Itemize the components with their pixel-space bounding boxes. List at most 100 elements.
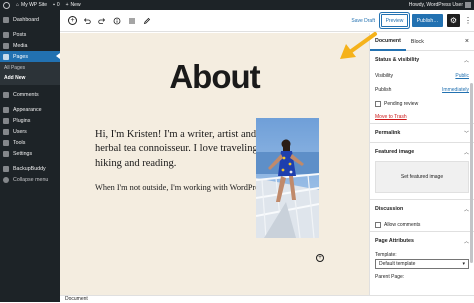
panel-toggle-page-attributes[interactable]: Page Attributes ︿ <box>375 232 469 250</box>
home-icon: ⌂ <box>16 2 20 8</box>
chevron-down-icon: ▾ <box>462 261 465 267</box>
vertical-ellipsis-icon: ⋮ <box>464 15 472 25</box>
settings-toggle-button[interactable]: ⚙ <box>447 14 460 27</box>
checkbox-label: Allow comments <box>384 221 421 228</box>
visibility-toggle[interactable]: Public <box>455 73 469 79</box>
redo-button[interactable] <box>97 16 107 26</box>
menu-item-media[interactable]: Media <box>0 40 60 51</box>
paragraph-block[interactable]: Hi, I'm Kristen! I'm a writer, artist an… <box>95 128 275 171</box>
preview-button[interactable]: Preview <box>381 14 408 27</box>
menu-item-users[interactable]: Users <box>0 126 60 137</box>
template-select[interactable]: Default template ▾ <box>375 259 469 269</box>
new-label: New <box>70 2 81 8</box>
more-options-button[interactable]: ⋮ <box>464 15 472 25</box>
menu-item-label: Plugins <box>13 117 31 124</box>
set-featured-image-button[interactable]: Set featured image <box>375 161 469 193</box>
site-name: My WP Site <box>21 2 48 8</box>
account-menu[interactable]: Howdy, WordPress User <box>406 0 474 10</box>
panel-title: Permalink <box>375 130 401 136</box>
checkbox-box[interactable] <box>375 221 381 228</box>
comment-bubble-icon: ▪ <box>53 2 55 8</box>
panel-toggle-discussion[interactable]: Discussion ︿ <box>375 200 469 218</box>
chevron-up-icon: ︿ <box>463 149 469 156</box>
checkbox-box[interactable] <box>375 100 381 107</box>
editor-canvas: About Hi, I'm Kristen! I'm a writer, art… <box>60 33 369 295</box>
undo-icon <box>83 17 91 24</box>
panel-title: Discussion <box>375 206 404 212</box>
close-icon[interactable]: × <box>465 38 469 45</box>
chevron-up-icon: ︿ <box>463 238 469 245</box>
comments-link[interactable]: ▪ 0 <box>50 0 63 10</box>
menu-item-label: BackupBuddy <box>13 165 46 172</box>
menu-item-backupbuddy[interactable]: BackupBuddy <box>0 163 60 174</box>
settings-sidebar: Document Block × Status & visibility ︿ V… <box>369 33 474 295</box>
publish-button[interactable]: Publish… <box>412 14 443 27</box>
chevron-up-icon: ︿ <box>463 57 469 64</box>
paragraph-block[interactable]: When I'm not outside, I'm working with W… <box>95 182 275 194</box>
block-breadcrumb: Document <box>60 295 474 302</box>
add-block-inline-button[interactable]: + <box>316 254 324 262</box>
add-block-button[interactable]: + <box>68 16 77 25</box>
pending-review-checkbox[interactable]: Pending review <box>375 97 469 110</box>
sidebar-tabs: Document Block × <box>370 33 474 51</box>
menu-item-label: Appearance <box>13 106 42 113</box>
menu-item-label: Media <box>13 42 28 49</box>
move-to-trash-link[interactable]: Move to Trash <box>375 110 469 123</box>
panel-toggle-featured-image[interactable]: Featured image ︿ <box>375 143 469 161</box>
status-visibility-panel: Status & visibility ︿ Visibility Public … <box>370 51 474 124</box>
admin-menu: Dashboard Posts Media Pages All Pages Ad… <box>0 10 60 302</box>
submenu-add-new[interactable]: Add New <box>0 73 60 83</box>
image-block[interactable] <box>256 118 319 238</box>
collapse-icon <box>3 176 9 183</box>
panel-toggle-status[interactable]: Status & visibility ︿ <box>375 51 469 69</box>
menu-item-tools[interactable]: Tools <box>0 137 60 148</box>
pin-icon <box>3 31 9 38</box>
undo-button[interactable] <box>82 16 92 26</box>
menu-item-label: Comments <box>13 91 39 98</box>
menu-item-pages[interactable]: Pages <box>0 51 60 62</box>
plus-icon: + <box>65 2 69 8</box>
menu-item-plugins[interactable]: Plugins <box>0 115 60 126</box>
chevron-up-icon: ︿ <box>463 206 469 213</box>
wordpress-logo-button[interactable] <box>0 0 13 10</box>
collapse-menu-button[interactable]: Collapse menu <box>0 174 60 185</box>
featured-image-panel: Featured image ︿ Set featured image <box>370 143 474 200</box>
plug-icon <box>3 117 9 124</box>
tab-block[interactable]: Block <box>406 33 429 51</box>
admin-bar: ⌂ My WP Site ▪ 0 + New Howdy, WordPress … <box>0 0 474 10</box>
checkbox-label: Pending review <box>384 100 419 107</box>
panel-toggle-permalink[interactable]: Permalink ﹀ <box>375 124 469 142</box>
menu-item-settings[interactable]: Settings <box>0 148 60 159</box>
new-content-link[interactable]: + New <box>63 0 84 10</box>
wordpress-icon <box>3 1 10 9</box>
submenu-all-pages[interactable]: All Pages <box>0 63 60 73</box>
menu-item-appearance[interactable]: Appearance <box>0 104 60 115</box>
menu-item-label: Pages <box>13 53 29 60</box>
allow-comments-checkbox[interactable]: Allow comments <box>375 218 469 231</box>
photo-woman-on-boat <box>256 118 319 238</box>
menu-item-label: Posts <box>13 31 27 38</box>
content-info-button[interactable] <box>112 16 122 26</box>
template-label: Template: <box>375 251 397 258</box>
redo-icon <box>98 17 106 24</box>
block-navigation-button[interactable] <box>127 16 137 26</box>
tools-button[interactable] <box>142 16 152 26</box>
menu-item-dashboard[interactable]: Dashboard <box>0 14 60 25</box>
menu-item-posts[interactable]: Posts <box>0 29 60 40</box>
publish-date-toggle[interactable]: Immediately <box>442 87 469 93</box>
wrench-icon <box>3 139 9 146</box>
sidebar-scrollbar[interactable] <box>470 83 473 263</box>
page-title[interactable]: About <box>60 58 369 96</box>
site-name-link[interactable]: ⌂ My WP Site <box>13 0 50 10</box>
breadcrumb-document[interactable]: Document <box>65 296 88 302</box>
discussion-panel: Discussion ︿ Allow comments <box>370 200 474 232</box>
save-draft-button[interactable]: Save Draft <box>351 18 375 24</box>
user-icon <box>3 128 9 135</box>
template-selected-value: Default template <box>379 261 416 267</box>
menu-item-label: Tools <box>13 139 26 146</box>
list-icon <box>129 18 135 23</box>
info-icon <box>113 17 121 24</box>
menu-item-label: Dashboard <box>13 16 39 23</box>
media-icon <box>3 42 9 49</box>
menu-item-comments[interactable]: Comments <box>0 89 60 100</box>
